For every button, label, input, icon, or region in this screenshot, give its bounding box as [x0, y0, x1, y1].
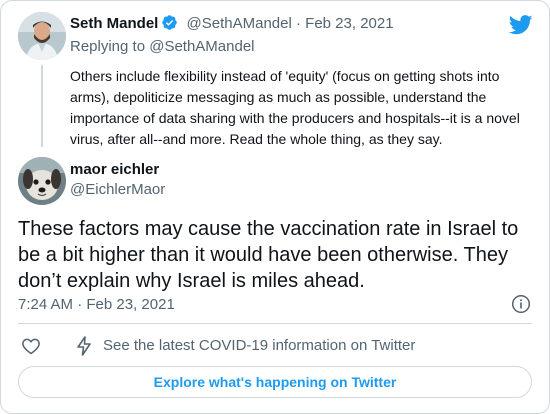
main-author-name[interactable]: maor eichler: [70, 161, 159, 178]
parent-tweet-text: Others include flexibility instead of 'e…: [70, 68, 520, 147]
parent-tweet-header: Seth Mandel @SethAMandel · Feb 23, 2021: [70, 14, 394, 35]
separator-dot: ·: [77, 296, 83, 313]
main-tweet-text: These factors may cause the vaccination …: [18, 218, 519, 292]
heart-icon[interactable]: [21, 336, 41, 361]
tweet-embed-card: Seth Mandel @SethAMandel · Feb 23, 2021 …: [0, 0, 550, 414]
divider: [18, 323, 532, 324]
main-tweet-timestamp[interactable]: 7:24 AM · Feb 23, 2021: [18, 296, 175, 313]
person-avatar-image: [18, 12, 66, 60]
parent-author-avatar[interactable]: [18, 12, 66, 60]
info-icon[interactable]: [511, 294, 531, 319]
main-author-avatar[interactable]: [18, 157, 66, 205]
replying-to-handle[interactable]: @SethAMandel: [149, 38, 254, 55]
replying-to-label: Replying to: [70, 38, 146, 55]
main-author-handle[interactable]: @EichlerMaor: [70, 181, 165, 198]
parent-author-name[interactable]: Seth Mandel: [70, 15, 158, 32]
parent-tweet: Seth Mandel @SethAMandel · Feb 23, 2021 …: [1, 1, 549, 151]
verified-badge-icon: [161, 14, 178, 35]
parent-author-handle[interactable]: @SethAMandel: [187, 15, 292, 32]
dog-avatar-image: [18, 157, 66, 205]
tweet-date: Feb 23, 2021: [86, 296, 175, 313]
lightning-bolt-icon: [76, 336, 92, 361]
separator-dot: ·: [296, 15, 301, 32]
twitter-bird-icon[interactable]: [508, 15, 533, 40]
parent-tweet-date[interactable]: Feb 23, 2021: [305, 15, 393, 32]
tweet-time: 7:24 AM: [18, 296, 74, 313]
covid-info-link[interactable]: See the latest COVID-19 information on T…: [103, 337, 415, 354]
explore-button[interactable]: Explore what's happening on Twitter: [18, 366, 532, 398]
replying-to-line: Replying to @SethAMandel: [70, 38, 255, 55]
thread-connector-line: [41, 65, 43, 147]
